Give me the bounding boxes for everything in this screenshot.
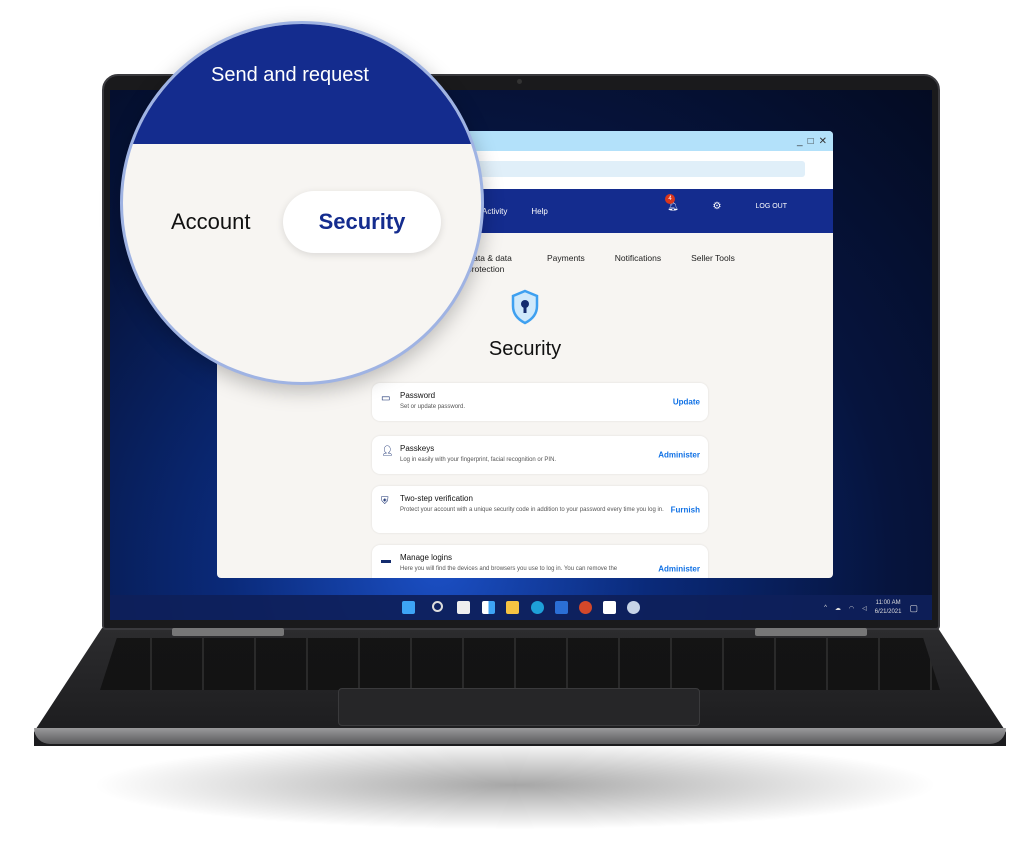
steam-icon[interactable] [627, 601, 640, 614]
card-title: Two-step verification [400, 494, 473, 503]
card-title: Password [400, 391, 436, 400]
volume-icon[interactable]: ◁ [862, 605, 867, 612]
webcam [517, 79, 522, 84]
user-key-icon: 👤︎ [381, 446, 394, 457]
tab-payments[interactable]: Payments [547, 253, 585, 289]
card-passkeys: 👤︎ Passkeys Log in easily with your fing… [372, 436, 708, 474]
gear-icon[interactable]: ⚙ [713, 201, 722, 212]
tab-seller-tools[interactable]: Seller Tools [691, 253, 735, 289]
clock[interactable]: 11:00 AM 6/21/2021 [875, 599, 902, 617]
bell-icon[interactable]: 🔔︎ 4 [665, 194, 679, 212]
laptop-base-edge [34, 728, 1006, 744]
nav-activity[interactable]: Activity [482, 207, 507, 216]
update-password-link[interactable]: Update [673, 398, 700, 407]
maximize-button[interactable]: □ [808, 136, 814, 147]
close-button[interactable]: ✕ [819, 136, 827, 147]
nav-help[interactable]: Help [531, 207, 547, 216]
laptop-icon: ▬ [381, 555, 391, 566]
hinge [172, 628, 284, 636]
task-view-icon[interactable] [457, 601, 470, 614]
taskbar: ^ ☁ ◠ ◁ 11:00 AM 6/21/2021 ▢ [110, 595, 932, 620]
card-manage-logins: ▬ Manage logins Here you will find the d… [372, 545, 708, 578]
card-title: Manage logins [400, 553, 453, 562]
cloud-icon[interactable]: ☁ [835, 605, 841, 612]
laptop-shadow [90, 740, 940, 830]
tab-notifications[interactable]: Notifications [615, 253, 661, 289]
furnish-two-step-link[interactable]: Furnish [671, 505, 700, 514]
edge-icon[interactable] [531, 601, 544, 614]
touchpad [338, 688, 700, 726]
keyboard [100, 638, 940, 690]
shield-check-icon: ⛨ [381, 496, 389, 507]
search-icon[interactable] [432, 601, 443, 612]
notification-center-icon[interactable]: ▢ [909, 603, 918, 614]
administer-logins-link[interactable]: Administer [658, 564, 700, 573]
system-tray: ^ ☁ ◠ ◁ 11:00 AM 6/21/2021 ▢ [824, 599, 918, 617]
card-desc: Log in easily with your fingerprint, fac… [400, 457, 557, 463]
start-icon[interactable] [402, 601, 415, 614]
card-two-step: ⛨ Two-step verification Protect your acc… [372, 486, 708, 533]
card-desc: Set or update password. [400, 404, 466, 410]
password-icon: ▭ [381, 393, 391, 404]
administer-passkeys-link[interactable]: Administer [658, 451, 700, 460]
card-desc: Protect your account with a unique secur… [400, 507, 664, 513]
powerpoint-icon[interactable] [579, 601, 592, 614]
tab-account[interactable]: Account [171, 209, 251, 235]
send-and-request-link[interactable]: Send and request [211, 64, 369, 87]
magnifier-callout: Send and request Account Security [120, 21, 484, 385]
file-explorer-icon[interactable] [506, 601, 519, 614]
card-desc: Here you will find the devices and brows… [400, 566, 618, 572]
tab-security[interactable]: Security [283, 191, 441, 253]
card-title: Passkeys [400, 444, 435, 453]
notification-badge: 4 [665, 194, 676, 204]
chevron-up-icon[interactable]: ^ [824, 605, 827, 611]
shield-lock-icon [511, 289, 539, 325]
store-icon[interactable] [603, 601, 616, 614]
wifi-icon[interactable]: ◠ [849, 605, 854, 612]
logout-button[interactable]: LOG OUT [755, 203, 787, 210]
widgets-icon[interactable] [482, 601, 495, 614]
card-password: ▭ Password Set or update password. Updat… [372, 383, 708, 421]
minimize-button[interactable]: _ [797, 136, 803, 147]
hinge [755, 628, 867, 636]
word-icon[interactable] [555, 601, 568, 614]
